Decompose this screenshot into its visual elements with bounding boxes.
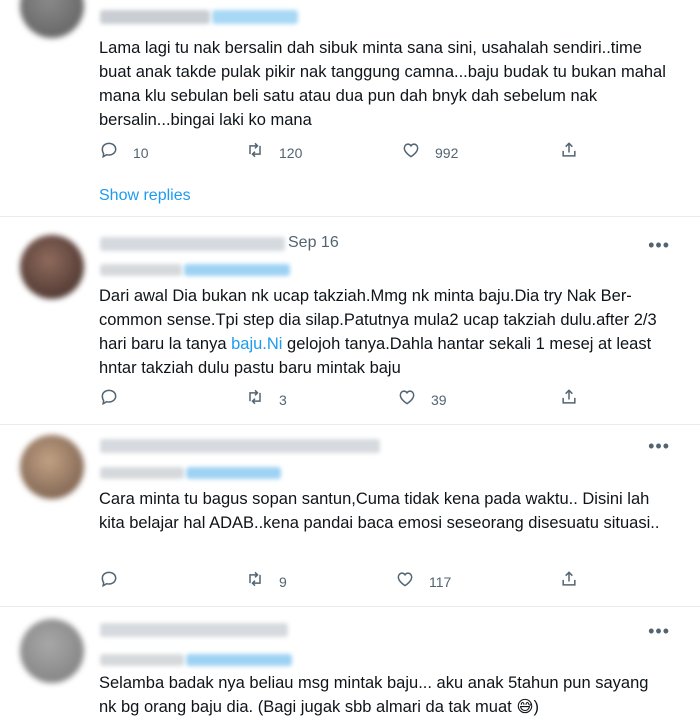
more-icon[interactable]: ••• (648, 235, 670, 256)
tweet-actions: 3 39 (99, 387, 599, 411)
more-icon[interactable]: ••• (648, 621, 670, 642)
show-replies-link[interactable]: Show replies (99, 187, 191, 205)
tweet-1[interactable]: Lama lagi tu nak bersalin dah sibuk mint… (0, 0, 700, 217)
like-icon (395, 569, 415, 594)
like-count: 117 (429, 573, 452, 590)
retweet-button[interactable]: 9 (245, 569, 287, 594)
like-count: 992 (435, 144, 459, 161)
replying-to-redacted (100, 264, 182, 276)
reply-button[interactable]: 10 (99, 140, 149, 165)
like-button[interactable]: 117 (395, 569, 451, 594)
avatar[interactable] (20, 235, 84, 299)
tweet-3[interactable]: ••• Cara minta tu bagus sopan santun,Cum… (0, 425, 700, 607)
author-name-redacted (100, 237, 285, 251)
retweet-count: 9 (279, 573, 287, 590)
more-icon[interactable]: ••• (648, 436, 670, 457)
retweet-count: 120 (279, 144, 303, 161)
like-button[interactable]: 39 (397, 387, 447, 412)
tweet-2[interactable]: Sep 16 ••• Dari awal Dia bukan nk ucap t… (0, 217, 700, 425)
share-icon (559, 140, 579, 165)
avatar[interactable] (20, 0, 84, 38)
like-icon (401, 140, 421, 165)
author-name-redacted (100, 623, 288, 637)
share-icon (559, 387, 579, 412)
tweet-text: Cara minta tu bagus sopan santun,Cuma ti… (99, 490, 660, 532)
tweet-actions: 10 120 992 (99, 140, 599, 164)
author-name-redacted (100, 439, 380, 453)
share-icon (559, 569, 579, 594)
retweet-icon (245, 569, 265, 594)
avatar[interactable] (20, 435, 84, 499)
share-button[interactable] (559, 569, 579, 594)
share-button[interactable] (559, 387, 579, 412)
avatar[interactable] (20, 619, 84, 683)
replying-to-handle-redacted[interactable] (186, 654, 292, 666)
retweet-count: 3 (279, 391, 287, 408)
like-count: 39 (431, 391, 447, 408)
retweet-icon (245, 140, 265, 165)
retweet-icon (245, 387, 265, 412)
like-icon (397, 387, 417, 412)
replying-to-redacted (100, 467, 184, 479)
replying-to-redacted (100, 654, 184, 666)
reply-button[interactable] (99, 387, 133, 412)
author-handle-redacted (212, 10, 298, 24)
reply-icon (99, 140, 119, 165)
replying-to-handle-redacted[interactable] (184, 264, 290, 276)
replying-to-handle-redacted[interactable] (186, 467, 281, 479)
tweet-text: Dari awal Dia bukan nk ucap takziah.Mmg … (99, 284, 669, 380)
retweet-button[interactable]: 120 (245, 140, 302, 165)
like-button[interactable]: 992 (401, 140, 458, 165)
tweet-text: Lama lagi tu nak bersalin dah sibuk mint… (99, 39, 666, 129)
reply-count: 10 (133, 144, 149, 161)
tweet-4[interactable]: ••• Selamba badak nya beliau msg mintak … (0, 607, 700, 720)
reply-icon (99, 387, 119, 412)
retweet-button[interactable]: 3 (245, 387, 287, 412)
tweet-actions: 9 117 (99, 569, 599, 593)
reply-icon (99, 569, 119, 594)
reply-button[interactable] (99, 569, 133, 594)
tweet-text: Selamba badak nya beliau msg mintak baju… (99, 674, 649, 716)
tweet-date[interactable]: Sep 16 (288, 234, 339, 252)
share-button[interactable] (559, 140, 579, 165)
tweet-link[interactable]: baju.Ni (231, 335, 282, 353)
author-name-redacted (100, 10, 210, 24)
